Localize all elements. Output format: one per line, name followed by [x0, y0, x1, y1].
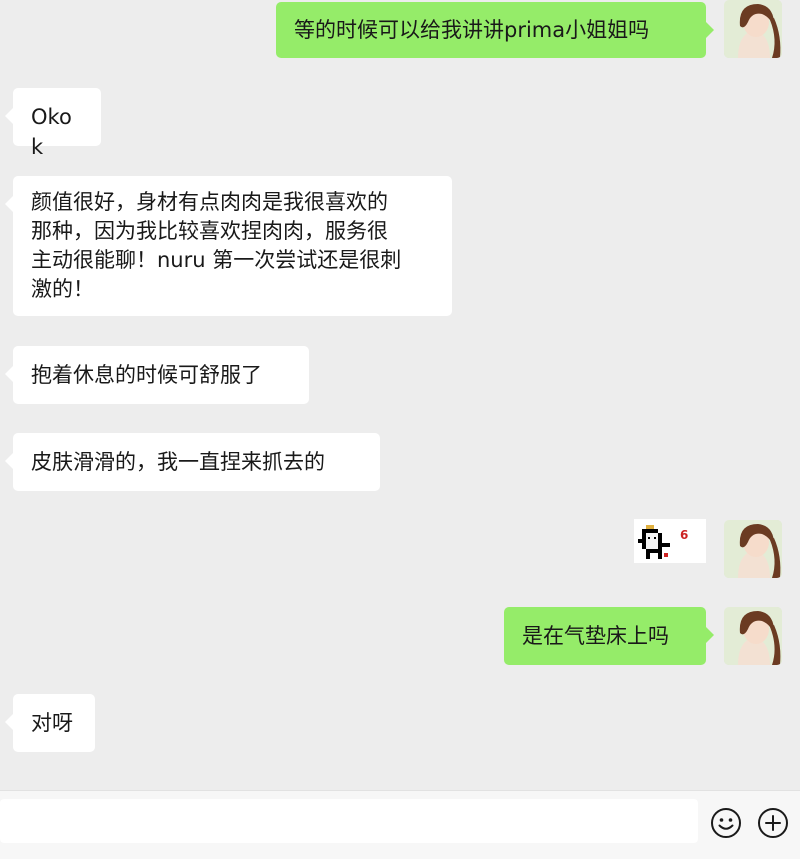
message-bubble-incoming[interactable]: 对呀: [5, 694, 95, 752]
avatar[interactable]: [724, 607, 782, 665]
message-text: 是在气垫床上吗: [522, 624, 669, 648]
message-bubble-incoming[interactable]: Okok: [5, 88, 101, 159]
chat-area[interactable]: 等的时候可以给我讲讲prima小姐姐吗 Okok 颜值很好，身材有点肉肉是我很喜…: [0, 0, 800, 790]
message-text-line: 那种，因为我比较喜欢捏肉肉，服务很: [31, 219, 388, 243]
message-text: 皮肤滑滑的，我一直捏来抓去的: [31, 450, 325, 474]
avatar-image: [724, 607, 782, 665]
sticker-number: 6: [680, 528, 688, 542]
avatar[interactable]: [724, 0, 782, 58]
plus-circle-icon[interactable]: [757, 807, 789, 839]
message-text: Okok: [31, 105, 72, 159]
message-bubble-outgoing[interactable]: 是在气垫床上吗: [504, 607, 714, 665]
message-input[interactable]: [0, 799, 698, 843]
avatar-image: [724, 520, 782, 578]
message-text-line: 颜值很好，身材有点肉肉是我很喜欢的: [31, 190, 388, 214]
message-bubble-incoming[interactable]: 颜值很好，身材有点肉肉是我很喜欢的 那种，因为我比较喜欢捏肉肉，服务很 主动很能…: [5, 176, 452, 316]
message-text: 抱着休息的时候可舒服了: [31, 363, 262, 387]
message-text: 等的时候可以给我讲讲prima小姐姐吗: [294, 18, 650, 42]
sticker-message[interactable]: 6: [634, 519, 706, 563]
smiley-icon[interactable]: [710, 807, 742, 839]
message-bubble-incoming[interactable]: 抱着休息的时候可舒服了: [5, 346, 309, 404]
message-bubble-incoming[interactable]: 皮肤滑滑的，我一直捏来抓去的: [5, 433, 380, 491]
avatar-image: [724, 0, 782, 58]
message-text: 对呀: [31, 711, 73, 735]
message-text-line: 主动很能聊！nuru 第一次尝试还是很刺: [31, 248, 402, 272]
input-bar: [0, 790, 800, 859]
message-bubble-outgoing[interactable]: 等的时候可以给我讲讲prima小姐姐吗: [276, 2, 714, 58]
pixel-cat-sticker-icon: 6: [634, 519, 706, 563]
avatar[interactable]: [724, 520, 782, 578]
message-text-line: 激的！: [31, 277, 94, 301]
